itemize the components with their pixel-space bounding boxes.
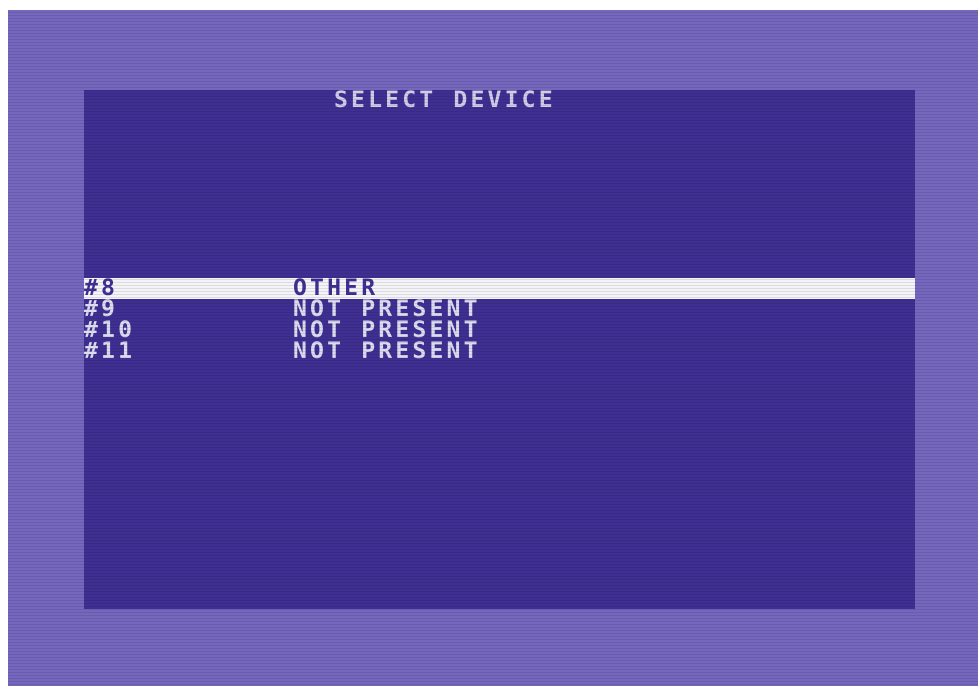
device-row-10[interactable]: #10 NOT PRESENT xyxy=(84,318,915,343)
device-row-9[interactable]: #9 NOT PRESENT xyxy=(84,297,915,322)
device-status: NOT PRESENT xyxy=(293,297,481,322)
device-status: NOT PRESENT xyxy=(293,318,481,343)
device-row-8[interactable]: #8 OTHER xyxy=(84,276,915,301)
device-number: #9 xyxy=(84,297,119,322)
device-row-11[interactable]: #11 NOT PRESENT xyxy=(84,339,915,364)
screen-title: SELECT DEVICE xyxy=(334,88,556,113)
device-number: #11 xyxy=(84,339,136,364)
c64-screen: SELECT DEVICE #8 OTHER #9 NOT PRESENT #1… xyxy=(84,90,915,609)
device-status: OTHER xyxy=(293,276,379,301)
c64-border: SELECT DEVICE #8 OTHER #9 NOT PRESENT #1… xyxy=(8,10,978,686)
device-number: #10 xyxy=(84,318,136,343)
device-status: NOT PRESENT xyxy=(293,339,481,364)
device-number: #8 xyxy=(84,276,119,301)
